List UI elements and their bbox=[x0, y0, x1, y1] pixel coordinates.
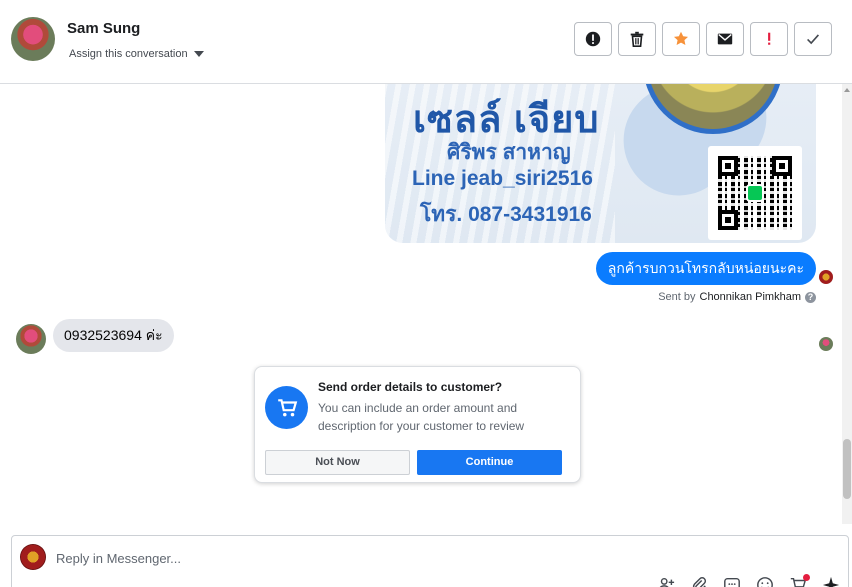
sent-by-name: Chonnikan Pimkham bbox=[699, 291, 802, 303]
shop-button[interactable] bbox=[789, 574, 810, 587]
shopping-cart-icon bbox=[265, 386, 308, 429]
order-details-prompt: Send order details to customer? You can … bbox=[254, 366, 581, 483]
more-tools-button[interactable] bbox=[822, 576, 840, 587]
star-button[interactable] bbox=[662, 22, 700, 56]
qr-finder bbox=[718, 156, 738, 176]
conversation-header: Sam Sung Assign this conversation bbox=[0, 0, 852, 84]
customer-avatar bbox=[16, 324, 46, 354]
inbox-conversation-view: Sam Sung Assign this conversation เซลล์ … bbox=[0, 0, 852, 587]
mark-spam-button[interactable] bbox=[574, 22, 612, 56]
thread-scrollbar[interactable] bbox=[842, 84, 852, 524]
reply-composer bbox=[11, 535, 849, 587]
sent-by-prefix: Sent by bbox=[658, 291, 696, 303]
line-logo-icon bbox=[746, 184, 764, 202]
qr-finder bbox=[718, 210, 738, 230]
envelope-icon bbox=[717, 33, 733, 45]
contact-avatar[interactable] bbox=[11, 17, 55, 61]
reply-input[interactable] bbox=[56, 548, 556, 568]
scroll-up-arrow-icon[interactable] bbox=[844, 88, 850, 92]
add-person-icon bbox=[659, 577, 675, 587]
paperclip-icon bbox=[692, 577, 707, 587]
sent-by-info: Sent by Chonnikan Pimkham ? bbox=[658, 291, 816, 303]
continue-button[interactable]: Continue bbox=[417, 450, 562, 475]
assign-conversation-dropdown[interactable]: Assign this conversation bbox=[69, 48, 204, 60]
card-line-id: Line jeab_siri2516 bbox=[412, 167, 593, 190]
sparkle-icon bbox=[822, 576, 840, 587]
seen-by-avatar bbox=[819, 337, 833, 351]
checkmark-icon bbox=[807, 34, 820, 45]
notification-dot bbox=[803, 574, 810, 581]
conversation-toolbar bbox=[574, 22, 832, 56]
card-name: ศิริพร สาหาญ bbox=[447, 141, 571, 164]
help-icon[interactable]: ? bbox=[805, 291, 816, 303]
card-phone: โทร. 087-3431916 bbox=[420, 203, 592, 226]
mark-done-button[interactable] bbox=[794, 22, 832, 56]
qr-finder bbox=[772, 156, 792, 176]
message-thread[interactable]: เซลล์ เจียบ ศิริพร สาหาญ Line jeab_siri2… bbox=[0, 84, 852, 524]
scroll-thumb[interactable] bbox=[843, 439, 851, 499]
assign-label: Assign this conversation bbox=[69, 48, 188, 60]
emoji-button[interactable] bbox=[756, 576, 774, 587]
page-avatar bbox=[20, 544, 46, 570]
order-prompt-description: You can include an order amount and desc… bbox=[318, 401, 525, 433]
exclamation-circle-icon bbox=[585, 31, 601, 47]
order-prompt-title: Send order details to customer? bbox=[318, 380, 503, 394]
not-now-button[interactable]: Not Now bbox=[265, 450, 410, 475]
business-card-image[interactable]: เซลล์ เจียบ ศิริพร สาหาญ Line jeab_siri2… bbox=[385, 84, 816, 243]
outgoing-message[interactable]: ลูกค้ารบกวนโทรกลับหน่อยนะคะ bbox=[595, 252, 816, 285]
exclamation-icon bbox=[768, 32, 771, 45]
star-icon bbox=[673, 31, 689, 45]
sender-avatar bbox=[819, 270, 833, 284]
contact-name[interactable]: Sam Sung bbox=[67, 20, 140, 37]
qr-code bbox=[708, 146, 802, 240]
trash-icon bbox=[630, 31, 644, 48]
saved-replies-button[interactable] bbox=[723, 576, 741, 587]
assign-person-button[interactable] bbox=[657, 576, 675, 587]
composer-tools bbox=[657, 574, 840, 587]
caret-down-icon bbox=[193, 51, 204, 57]
chat-bubble-icon bbox=[724, 577, 740, 587]
delete-button[interactable] bbox=[618, 22, 656, 56]
incoming-message[interactable]: 0932523694 ค่ะ bbox=[53, 319, 174, 352]
mark-unread-button[interactable] bbox=[706, 22, 744, 56]
smiley-icon bbox=[757, 577, 773, 587]
follow-up-button[interactable] bbox=[750, 22, 788, 56]
attach-button[interactable] bbox=[690, 576, 708, 587]
